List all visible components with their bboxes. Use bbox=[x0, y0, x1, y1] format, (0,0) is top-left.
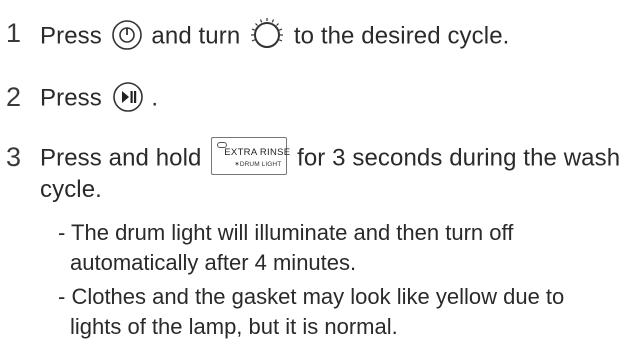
step-text: Press and turn to the desired cycle. bbox=[40, 16, 510, 55]
step-3: 3 Press and hold EXTRA RINSE ✶DRUM LIGHT… bbox=[0, 136, 632, 339]
note-1-line-2: automatically after 4 minutes. bbox=[70, 250, 357, 275]
drum-light-label: ✶DRUM LIGHT bbox=[234, 161, 282, 168]
step-text-period: . bbox=[151, 84, 159, 112]
step-number: 1 bbox=[6, 18, 22, 48]
step-text-press: Press bbox=[40, 84, 102, 112]
step-number: 2 bbox=[6, 82, 22, 112]
step-1: 1 Press and turn to the desired cycle. bbox=[0, 14, 632, 54]
note-2: - Clothes and the gasket may look like y… bbox=[58, 282, 564, 342]
start-pause-button-icon bbox=[112, 81, 144, 113]
extra-rinse-button-icon: EXTRA RINSE ✶DRUM LIGHT bbox=[211, 137, 291, 175]
step-2: 2 Press . bbox=[0, 78, 632, 118]
note-1: - The drum light will illuminate and the… bbox=[58, 218, 513, 278]
step-text: Press . bbox=[40, 81, 159, 115]
power-button-icon bbox=[111, 19, 143, 51]
step-text-press-and-hold: Press and hold bbox=[40, 144, 202, 172]
step-number: 3 bbox=[6, 142, 22, 172]
note-2-line-2: lights of the lamp, but it is normal. bbox=[70, 314, 398, 339]
note-2-line-1: - Clothes and the gasket may look like y… bbox=[58, 284, 565, 309]
step-text-duration: for 3 seconds during the wash bbox=[297, 144, 621, 172]
step-text-line-1: Press and hold EXTRA RINSE ✶DRUM LIGHT f… bbox=[40, 137, 621, 178]
step-text-desired-cycle: to the desired cycle. bbox=[293, 22, 510, 50]
step-text-line-2: cycle. bbox=[40, 176, 102, 203]
note-1-line-1: - The drum light will illuminate and the… bbox=[58, 220, 514, 245]
step-text-press: Press bbox=[40, 22, 102, 50]
extra-rinse-label: EXTRA RINSE bbox=[224, 147, 291, 158]
step-text-and-turn: and turn bbox=[151, 22, 241, 50]
cycle-dial-icon bbox=[249, 16, 285, 52]
